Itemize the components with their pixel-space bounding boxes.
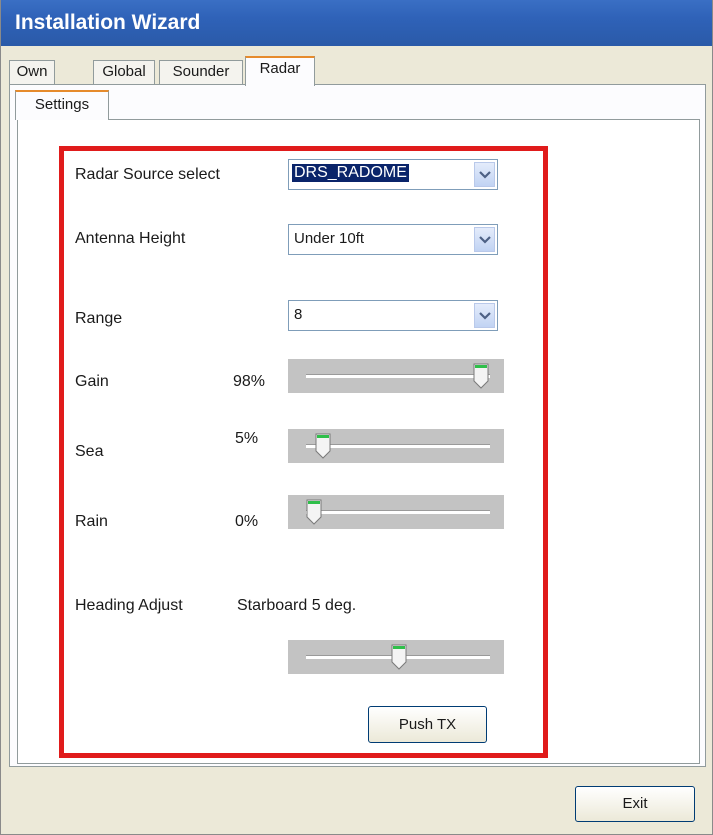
slider-thumb[interactable] xyxy=(315,433,331,459)
range-value: 8 xyxy=(294,306,303,323)
tab-own[interactable]: Own xyxy=(9,60,55,84)
slider-thumb[interactable] xyxy=(306,499,322,525)
gain-label: Gain xyxy=(75,373,109,390)
tab-settings[interactable]: Settings xyxy=(15,90,109,120)
heading-adjust-value: Starboard 5 deg. xyxy=(237,597,357,614)
tab-sounder[interactable]: Sounder xyxy=(159,60,243,84)
slider-thumb[interactable] xyxy=(473,363,489,389)
radar-source-label: Radar Source select xyxy=(75,166,220,183)
chevron-down-icon[interactable] xyxy=(474,227,495,252)
slider-track xyxy=(306,444,490,448)
gain-value: 98% xyxy=(233,373,266,390)
antenna-height-select[interactable]: Under 10ft xyxy=(288,224,498,255)
chevron-down-icon[interactable] xyxy=(474,162,495,187)
installation-wizard-window: Installation Wizard Own Global Sounder R… xyxy=(0,0,713,835)
heading-adjust-slider[interactable] xyxy=(288,640,504,674)
gain-slider[interactable] xyxy=(288,359,504,393)
sea-slider[interactable] xyxy=(288,429,504,463)
slider-track xyxy=(306,510,490,514)
tab-global[interactable]: Global xyxy=(93,60,155,84)
radar-source-select[interactable]: DRS_RADOME xyxy=(288,159,498,190)
window-title: Installation Wizard xyxy=(15,11,201,34)
rain-value: 0% xyxy=(235,513,259,530)
heading-adjust-label: Heading Adjust xyxy=(75,597,183,614)
slider-thumb[interactable] xyxy=(391,644,407,670)
range-label: Range xyxy=(75,310,123,327)
radar-source-value: DRS_RADOME xyxy=(292,164,409,182)
sea-value: 5% xyxy=(235,430,259,447)
exit-button[interactable]: Exit xyxy=(575,786,695,822)
sea-label: Sea xyxy=(75,443,104,460)
chevron-down-icon[interactable] xyxy=(474,303,495,328)
rain-slider[interactable] xyxy=(288,495,504,529)
push-tx-button[interactable]: Push TX xyxy=(368,706,487,743)
rain-label: Rain xyxy=(75,513,108,530)
range-select[interactable]: 8 xyxy=(288,300,498,331)
antenna-height-label: Antenna Height xyxy=(75,230,186,247)
tab-radar[interactable]: Radar xyxy=(245,56,315,86)
title-bar: Installation Wizard xyxy=(1,0,712,46)
slider-track xyxy=(306,374,490,378)
antenna-height-value: Under 10ft xyxy=(294,230,365,247)
